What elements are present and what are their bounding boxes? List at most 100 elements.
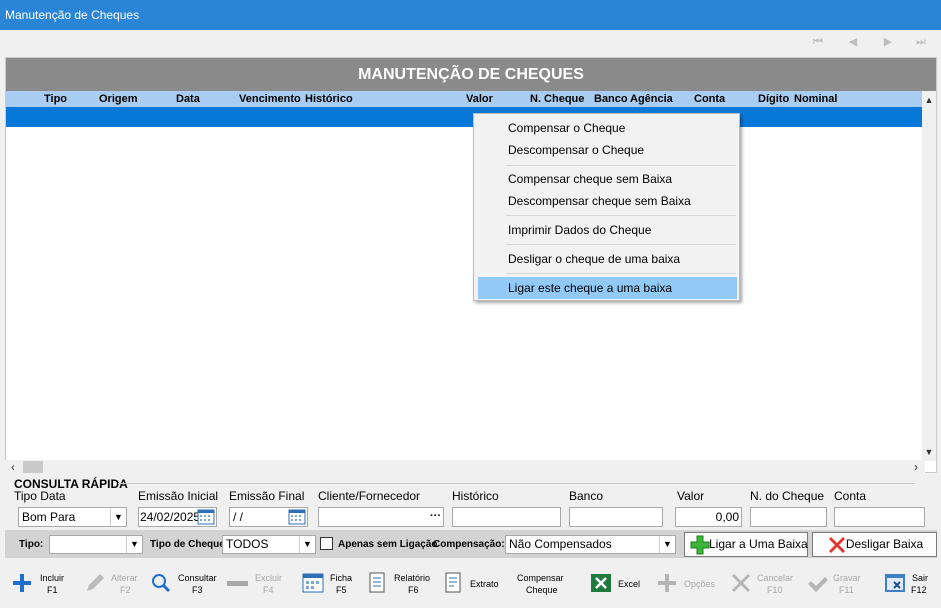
menu-ligar[interactable]: Ligar este cheque a uma baixa	[478, 277, 737, 299]
cliente-input[interactable]: ···	[318, 507, 444, 527]
valor-input[interactable]: 0,00	[675, 507, 742, 527]
tipo-select[interactable]: ▼	[49, 535, 143, 554]
menu-separator	[506, 165, 736, 166]
col-n-cheque[interactable]: N. Cheque	[530, 93, 584, 105]
compensar-label-1: Compensar	[517, 573, 564, 583]
col-conta[interactable]: Conta	[694, 93, 725, 105]
scroll-up-icon[interactable]: ▲	[922, 93, 936, 107]
col-nominal[interactable]: Nominal	[794, 93, 837, 105]
calendar-icon[interactable]	[197, 509, 215, 525]
col-data[interactable]: Data	[176, 93, 200, 105]
col-banco[interactable]: Banco	[594, 93, 628, 105]
ellipsis-icon[interactable]: ···	[430, 508, 441, 524]
desligar-baixa-label: Desligar Baixa	[845, 537, 924, 551]
compensacao-select[interactable]: Não Compensados ▼	[505, 535, 676, 554]
menu-compensar[interactable]: Compensar o Cheque	[478, 117, 737, 139]
scroll-down-icon[interactable]: ▼	[922, 445, 936, 459]
label-cliente: Cliente/Fornecedor	[318, 489, 421, 503]
menu-separator	[506, 244, 736, 245]
menu-compensar-sem-baixa[interactable]: Compensar cheque sem Baixa	[478, 168, 737, 190]
col-digito[interactable]: Dígito	[758, 93, 789, 105]
plus-icon	[658, 574, 676, 592]
menu-imprimir[interactable]: Imprimir Dados do Cheque	[478, 219, 737, 241]
excel-label: Excel	[618, 579, 641, 589]
pencil-icon	[87, 574, 104, 591]
menu-desligar[interactable]: Desligar o cheque de uma baixa	[478, 248, 737, 270]
check-icon	[808, 577, 828, 592]
scroll-right-icon[interactable]: ›	[909, 460, 923, 474]
banco-input[interactable]	[569, 507, 663, 527]
ficha-label: Ficha	[330, 573, 353, 583]
label-tipo: Tipo:	[19, 539, 44, 550]
compensacao-value: Não Compensados	[509, 537, 612, 551]
window-title: Manutenção de Cheques	[0, 0, 941, 30]
compensar-label-2: Cheque	[526, 585, 558, 595]
menu-descompensar-sem-baixa[interactable]: Descompensar cheque sem Baixa	[478, 190, 737, 212]
col-valor[interactable]: Valor	[466, 93, 493, 105]
incluir-key: F1	[47, 585, 58, 595]
apenas-sem-ligacao-checkbox[interactable]	[320, 537, 333, 550]
ficha-button[interactable]: Ficha F5	[300, 566, 356, 602]
excel-icon	[591, 574, 611, 592]
label-tipo-data: Tipo Data	[14, 489, 66, 503]
extrato-icon	[445, 572, 461, 593]
chevron-down-icon[interactable]: ▼	[659, 536, 675, 553]
col-origem[interactable]: Origem	[99, 93, 138, 105]
opcoes-button[interactable]: Opções	[654, 566, 720, 602]
menu-descompensar[interactable]: Descompensar o Cheque	[478, 139, 737, 161]
first-record-icon[interactable]: ⏮	[811, 35, 825, 49]
chevron-down-icon[interactable]: ▼	[299, 536, 315, 553]
cancelar-button[interactable]: Cancelar F10	[728, 566, 798, 602]
next-record-icon[interactable]: ▶	[881, 35, 895, 49]
menu-separator	[506, 215, 736, 216]
tipo-cheque-select[interactable]: TODOS ▼	[222, 535, 316, 554]
horizontal-scrollbar[interactable]: ‹ ›	[5, 460, 925, 474]
ligar-baixa-button[interactable]: Ligar a Uma Baixa	[684, 532, 808, 557]
incluir-label: Incluir	[40, 573, 65, 583]
scroll-left-icon[interactable]: ‹	[6, 460, 20, 474]
alterar-key: F2	[120, 585, 131, 595]
col-vencimento[interactable]: Vencimento	[239, 93, 301, 105]
col-tipo[interactable]: Tipo	[44, 93, 67, 105]
selected-row[interactable]	[6, 107, 922, 127]
last-record-icon[interactable]: ⏭	[914, 35, 928, 49]
consultar-button[interactable]: Consultar F3	[150, 566, 220, 602]
historico-input[interactable]	[452, 507, 561, 527]
tipo-data-select[interactable]: Bom Para ▼	[18, 507, 127, 527]
label-compensacao: Compensação:	[433, 539, 505, 550]
context-menu: Compensar o Cheque Descompensar o Cheque…	[473, 113, 740, 301]
cheques-grid[interactable]: MANUTENÇÃO DE CHEQUES Tipo Origem Data V…	[5, 57, 937, 473]
col-historico[interactable]: Histórico	[305, 93, 353, 105]
relatorio-key: F6	[408, 585, 419, 595]
incluir-button[interactable]: Incluir F1	[8, 566, 72, 602]
compensar-cheque-button[interactable]: Compensar Cheque	[512, 566, 576, 602]
extrato-button[interactable]: Extrato	[442, 566, 504, 602]
n-cheque-input[interactable]	[750, 507, 827, 527]
alterar-button[interactable]: Alterar F2	[82, 566, 144, 602]
ficha-icon	[302, 573, 324, 593]
opcoes-label: Opções	[684, 579, 716, 589]
col-agencia[interactable]: Agência	[630, 93, 673, 105]
exit-icon	[885, 574, 905, 592]
relatorio-button[interactable]: Relatório F6	[366, 566, 436, 602]
label-conta: Conta	[834, 489, 867, 503]
menu-separator	[506, 273, 736, 274]
extrato-label: Extrato	[470, 579, 499, 589]
excel-button[interactable]: Excel	[588, 566, 646, 602]
vertical-scrollbar[interactable]: ▲ ▼	[922, 91, 936, 461]
desligar-baixa-button[interactable]: Desligar Baixa	[812, 532, 937, 557]
chevron-down-icon[interactable]: ▼	[110, 508, 126, 526]
label-tipo-cheque: Tipo de Cheque:	[150, 539, 229, 550]
excluir-button[interactable]: Excluir F4	[226, 566, 288, 602]
calendar-icon[interactable]	[288, 509, 306, 525]
sair-button[interactable]: Sair F12	[882, 566, 938, 602]
conta-input[interactable]	[834, 507, 925, 527]
chevron-down-icon[interactable]: ▼	[126, 536, 142, 553]
gravar-button[interactable]: Gravar F11	[804, 566, 866, 602]
plus-icon	[690, 535, 710, 555]
emissao-final-input[interactable]: / /	[229, 507, 308, 527]
emissao-inicial-input[interactable]: 24/02/2025	[138, 507, 217, 527]
scroll-thumb[interactable]	[23, 461, 43, 473]
excluir-label: Excluir	[255, 573, 283, 583]
previous-record-icon[interactable]: ◀	[846, 35, 860, 49]
